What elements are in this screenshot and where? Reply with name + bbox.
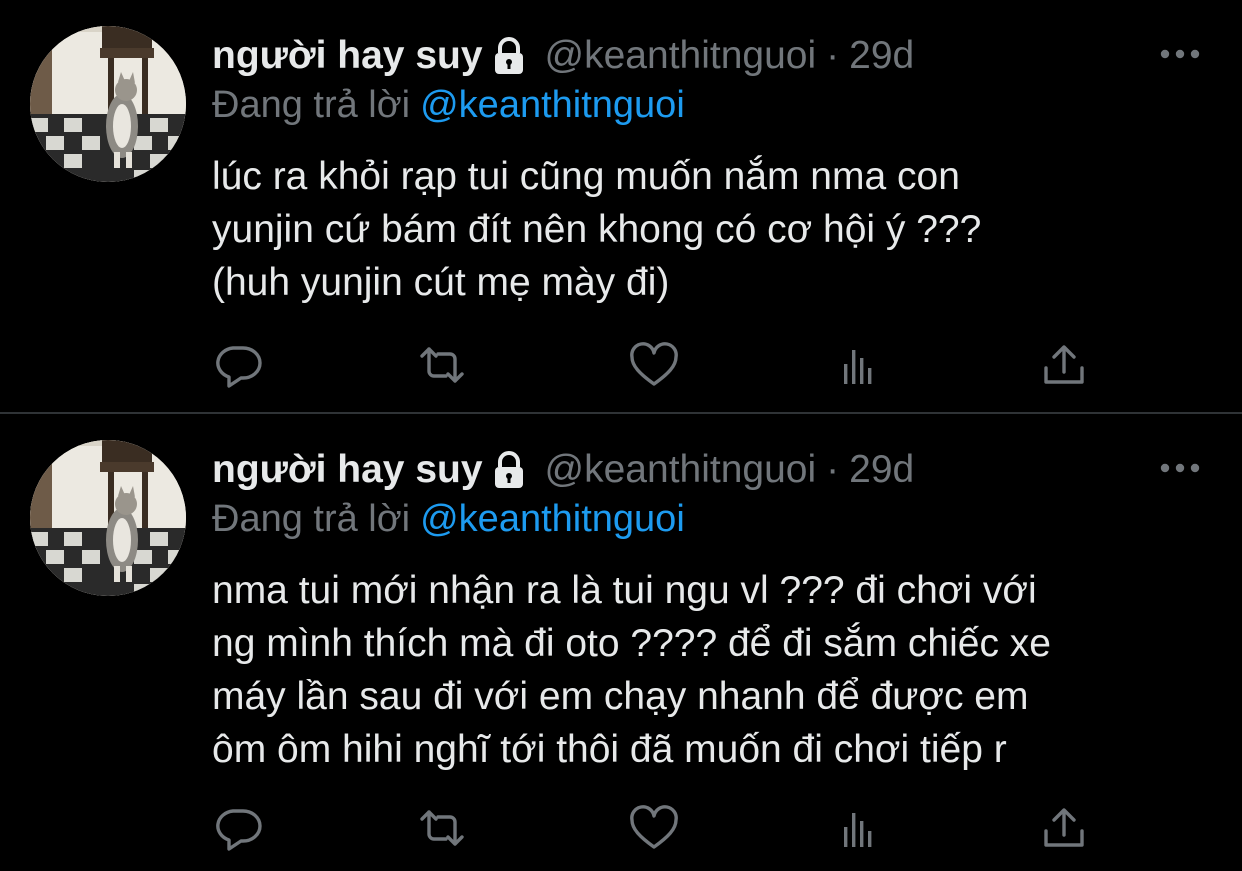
tweet[interactable]: người hay suy @keanthitnguoi · 29d Đang … [0, 414, 1242, 871]
more-icon[interactable] [1158, 458, 1202, 478]
tweet-text-line: ng mình thích mà đi oto ???? để đi sắm c… [212, 622, 1051, 665]
lock-icon [491, 450, 527, 490]
more-icon[interactable] [1158, 44, 1202, 64]
reply-icon[interactable] [212, 340, 264, 390]
replying-to-label: Đang trả lời [212, 84, 411, 126]
tweet-text-line: ôm ôm hihi nghĩ tới thôi đã muốn đi chơi… [212, 728, 1007, 771]
views-icon[interactable] [832, 803, 884, 853]
tweet-header: người hay suy @keanthitnguoi · 29d [212, 32, 914, 80]
separator-dot: · [826, 448, 840, 491]
replying-to: Đang trả lời @keanthitnguoi [212, 84, 685, 127]
share-icon[interactable] [1038, 340, 1090, 390]
retweet-icon[interactable] [416, 340, 468, 390]
timestamp[interactable]: 29d [849, 448, 914, 492]
lock-icon [491, 36, 527, 76]
tweet-text-line: nma tui mới nhận ra là tui ngu vl ??? đi… [212, 569, 1037, 612]
replying-to-handle[interactable]: @keanthitnguoi [420, 498, 685, 540]
tweet-text-line: máy lần sau đi với em chạy nhanh để được… [212, 675, 1029, 718]
replying-to-handle[interactable]: @keanthitnguoi [420, 84, 685, 126]
views-icon[interactable] [832, 340, 884, 390]
avatar[interactable] [30, 440, 186, 596]
display-name[interactable]: người hay suy [212, 34, 483, 78]
action-bar [212, 340, 1092, 390]
timestamp[interactable]: 29d [849, 34, 914, 78]
avatar[interactable] [30, 26, 186, 182]
display-name[interactable]: người hay suy [212, 448, 483, 492]
tweet-text-line: lúc ra khỏi rạp tui cũng muốn nắm nma co… [212, 155, 960, 198]
tweet[interactable]: người hay suy @keanthitnguoi · 29d Đang … [0, 0, 1242, 412]
action-bar [212, 803, 1092, 853]
user-handle[interactable]: @keanthitnguoi [545, 34, 817, 78]
replying-to-label: Đang trả lời [212, 498, 411, 540]
separator-dot: · [826, 34, 840, 77]
tweet-header: người hay suy @keanthitnguoi · 29d [212, 446, 914, 494]
heart-icon[interactable] [628, 340, 680, 390]
heart-icon[interactable] [628, 803, 680, 853]
tweet-text-line: yunjin cứ bám đít nên khong có cơ hội ý … [212, 208, 982, 251]
tweet-text: lúc ra khỏi rạp tui cũng muốn nắm nma co… [212, 150, 1222, 309]
tweet-text-line: (huh yunjin cút mẹ mày đi) [212, 261, 670, 304]
reply-icon[interactable] [212, 803, 264, 853]
tweet-text: nma tui mới nhận ra là tui ngu vl ??? đi… [212, 564, 1222, 776]
timeline: người hay suy @keanthitnguoi · 29d Đang … [0, 0, 1242, 871]
replying-to: Đang trả lời @keanthitnguoi [212, 498, 685, 541]
share-icon[interactable] [1038, 803, 1090, 853]
retweet-icon[interactable] [416, 803, 468, 853]
user-handle[interactable]: @keanthitnguoi [545, 448, 817, 492]
